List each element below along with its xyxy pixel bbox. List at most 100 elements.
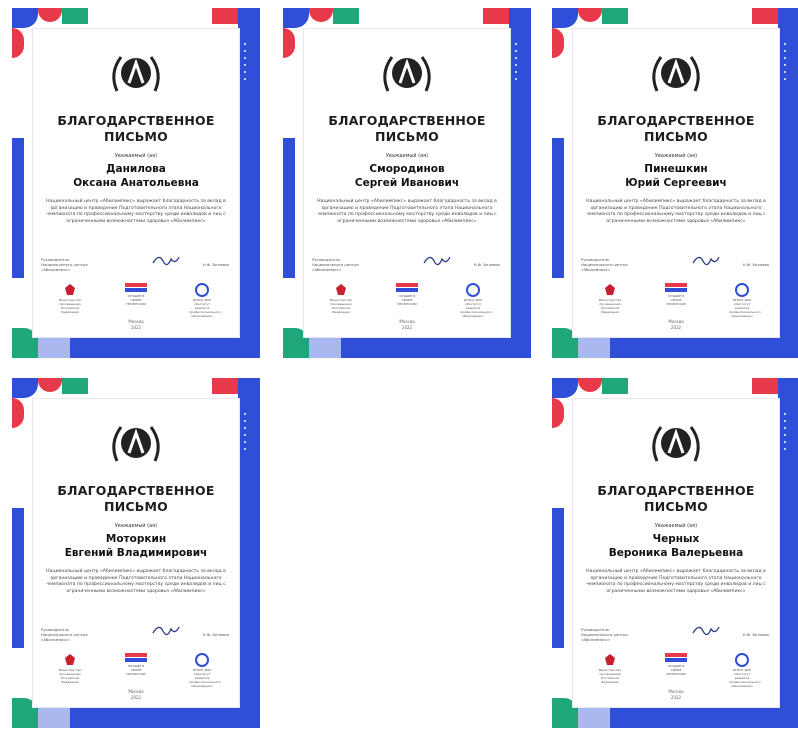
frame-block (483, 8, 509, 24)
abilympics-logo-text: ЛУЧШИЕ В СВОЕЙ ПРОФЕССИИ (397, 294, 417, 306)
abilympics-laurel-logo-icon (112, 426, 160, 462)
title-line2: ПИСЬМО (375, 129, 439, 144)
recipient-given-names: Евгений Владимирович (64, 547, 208, 559)
signer-name: Н.Ф. Беляева (202, 262, 229, 267)
frame-block (12, 8, 38, 28)
abilympics-banner-icon (665, 283, 687, 292)
frame-block (283, 28, 295, 58)
dot-grid (778, 38, 794, 85)
abilympics-laurel-logo-icon (383, 56, 431, 92)
title-line2: ПИСЬМО (104, 499, 168, 514)
eagle-emblem-icon (605, 284, 615, 295)
ministry-logo: Министерство просвещения Российской Феде… (57, 283, 83, 314)
frame-block (552, 378, 578, 398)
title-line2: ПИСЬМО (644, 129, 708, 144)
frame-block (752, 8, 778, 24)
abilympics-laurel-logo-icon (652, 426, 700, 462)
recipient-surname: Пинешкин (644, 163, 708, 175)
ministry-logo: Министерство просвещения Российской Феде… (597, 283, 623, 314)
signer-label: Руководитель Национального центра «Абили… (41, 257, 88, 272)
certificate-content: БЛАГОДАРСТВЕННОЕ ПИСЬМО Уважаемый (ая) Д… (32, 28, 240, 338)
recipient-given-names: Сергей Иванович (354, 177, 460, 189)
year: 2022 (670, 695, 682, 700)
certificate-2: БЛАГОДАРСТВЕННОЕ ПИСЬМО Уважаемый (ая) С… (283, 8, 531, 358)
year: 2022 (130, 325, 142, 330)
institute-logo-text: ФГБОУ ДПО «Институт развития профессиона… (189, 668, 221, 688)
recipient-surname: Смородинов (369, 163, 445, 175)
body-text: Национальный центр «Абилимпикс» выражает… (317, 199, 497, 224)
frame-block (212, 8, 238, 24)
body-text: Национальный центр «Абилимпикс» выражает… (46, 199, 226, 224)
title-line1: БЛАГОДАРСТВЕННОЕ (597, 113, 755, 128)
certificate-content: БЛАГОДАРСТВЕННОЕ ПИСЬМО Уважаемый (ая) П… (572, 28, 780, 338)
signer-name: Н.Ф. Беляева (742, 262, 769, 267)
frame-block (212, 378, 238, 394)
signer-name: Н.Ф. Беляева (202, 632, 229, 637)
respect-label: Уважаемый (ая) (114, 523, 158, 529)
frame-block (602, 378, 628, 394)
abilympics-banner-icon (396, 283, 418, 292)
institute-emblem-icon (735, 283, 749, 297)
city: Москва (668, 319, 684, 324)
signer-label: Руководитель Национального центра «Абили… (312, 257, 359, 272)
abilympics-logo: ЛУЧШИЕ В СВОЕЙ ПРОФЕССИИ (663, 653, 689, 683)
abilympics-laurel-logo-icon (652, 56, 700, 92)
year: 2022 (130, 695, 142, 700)
certificate-3: БЛАГОДАРСТВЕННОЕ ПИСЬМО Уважаемый (ая) П… (552, 8, 798, 358)
abilympics-logo: ЛУЧШИЕ В СВОЕЙ ПРОФЕССИИ (663, 283, 689, 313)
frame-block (12, 28, 24, 58)
eagle-emblem-icon (65, 284, 75, 295)
respect-label: Уважаемый (ая) (385, 153, 429, 159)
ministry-logo-text: Министерство просвещения Российской Феде… (58, 668, 82, 684)
frame-block (38, 8, 62, 22)
ministry-logo: Министерство просвещения Российской Феде… (57, 653, 83, 684)
frame-block (552, 138, 564, 278)
institute-emblem-icon (466, 283, 480, 297)
respect-label: Уважаемый (ая) (654, 523, 698, 529)
city-year: Москва 2022 (304, 319, 510, 331)
signature-icon (152, 256, 180, 266)
recipient-given-names: Юрий Сергеевич (625, 177, 727, 189)
frame-block (602, 8, 628, 24)
signer-name: Н.Ф. Беляева (742, 632, 769, 637)
frame-block (578, 8, 602, 22)
abilympics-logo: ЛУЧШИЕ В СВОЕЙ ПРОФЕССИИ (123, 653, 149, 683)
frame-block (552, 508, 564, 648)
dot-grid (238, 408, 254, 455)
abilympics-logo: ЛУЧШИЕ В СВОЕЙ ПРОФЕССИИ (123, 283, 149, 313)
institute-logo: ФГБОУ ДПО «Институт развития профессиона… (729, 653, 761, 688)
ministry-logo-text: Министерство просвещения Российской Феде… (598, 298, 622, 314)
frame-block (578, 378, 602, 392)
signer-label: Руководитель Национального центра «Абили… (581, 257, 628, 272)
frame-block (752, 378, 778, 394)
institute-logo-text: ФГБОУ ДПО «Институт развития профессиона… (189, 298, 221, 318)
respect-label: Уважаемый (ая) (654, 153, 698, 159)
institute-emblem-icon (735, 653, 749, 667)
eagle-emblem-icon (336, 284, 346, 295)
body-text: Национальный центр «Абилимпикс» выражает… (586, 569, 766, 594)
institute-logo-text: ФГБОУ ДПО «Институт развития профессиона… (729, 668, 761, 688)
abilympics-logo-text: ЛУЧШИЕ В СВОЕЙ ПРОФЕССИИ (126, 664, 146, 676)
institute-logo: ФГБОУ ДПО «Институт развития профессиона… (189, 653, 221, 688)
title-line2: ПИСЬМО (644, 499, 708, 514)
frame-block (12, 508, 24, 648)
dot-grid (778, 408, 794, 455)
certificate-content: БЛАГОДАРСТВЕННОЕ ПИСЬМО Уважаемый (ая) Ч… (572, 398, 780, 708)
frame-block (552, 28, 564, 58)
signer-label: Руководитель Национального центра «Абили… (41, 627, 88, 642)
frame-block (38, 378, 62, 392)
body-text: Национальный центр «Абилимпикс» выражает… (46, 569, 226, 594)
certificate-1: БЛАГОДАРСТВЕННОЕ ПИСЬМО Уважаемый (ая) Д… (12, 8, 260, 358)
title-line1: БЛАГОДАРСТВЕННОЕ (597, 483, 755, 498)
partner-logos: Министерство просвещения Российской Феде… (583, 653, 769, 688)
signer-label: Руководитель Национального центра «Абили… (581, 627, 628, 642)
institute-emblem-icon (195, 283, 209, 297)
recipient-given-names: Вероника Валерьевна (608, 547, 744, 559)
frame-block (333, 8, 359, 24)
city: Москва (128, 319, 144, 324)
signature-icon (423, 256, 451, 266)
signature-icon (692, 626, 720, 636)
recipient-surname: Черных (652, 533, 700, 545)
respect-label: Уважаемый (ая) (114, 153, 158, 159)
title-line2: ПИСЬМО (104, 129, 168, 144)
